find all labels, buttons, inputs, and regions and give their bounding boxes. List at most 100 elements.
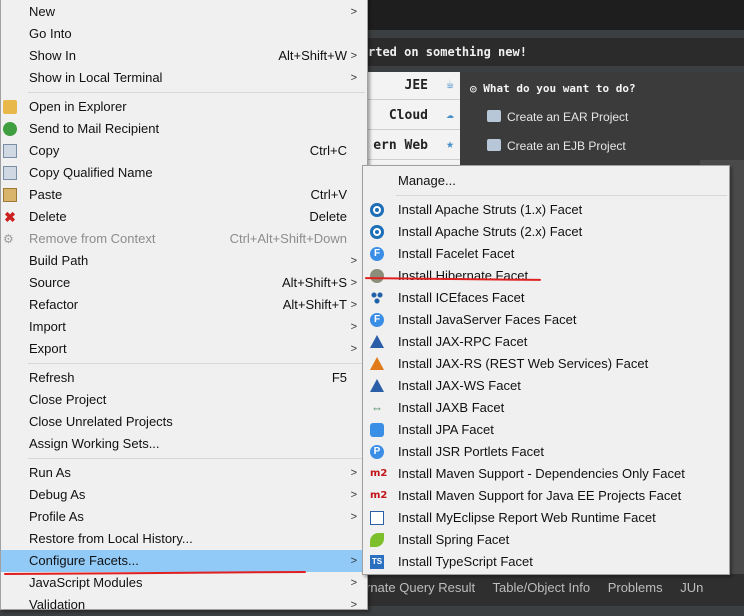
menu-item-remove-context[interactable]: ⚙ Remove from Context Ctrl+Alt+Shift+Down: [1, 228, 367, 250]
coffee-icon: ☕: [446, 77, 454, 92]
menu-item-open-explorer[interactable]: Open in Explorer: [1, 96, 367, 118]
mail-icon: [3, 122, 17, 136]
submenu-item-jax-ws[interactable]: Install JAX-WS Facet: [363, 375, 729, 397]
chevron-right-icon: >: [350, 72, 357, 84]
submenu-item-jsr-portlets[interactable]: P Install JSR Portlets Facet: [363, 441, 729, 463]
menu-item-show-local-terminal[interactable]: Show in Local Terminal >: [1, 67, 367, 89]
chevron-right-icon: >: [350, 6, 357, 18]
typescript-icon: TS: [370, 555, 384, 569]
submenu-item-maven-javaee[interactable]: m2 Install Maven Support for Java EE Proj…: [363, 485, 729, 507]
menu-item-close-project[interactable]: Close Project: [1, 389, 367, 411]
menu-item-new[interactable]: New >: [1, 1, 367, 23]
jax-rs-icon: [370, 357, 384, 370]
context-menu: New > Go Into Show In Alt+Shift+W > Show in…: [0, 0, 368, 612]
menu-item-build-path[interactable]: Build Path >: [1, 250, 367, 272]
chevron-right-icon: >: [350, 299, 357, 311]
menu-item-restore-history[interactable]: Restore from Local History...: [1, 528, 367, 550]
chevron-right-icon: >: [350, 511, 357, 523]
paste-icon: [3, 188, 17, 202]
menu-item-debug-as[interactable]: Debug As >: [1, 484, 367, 506]
submenu-item-typescript[interactable]: TS Install TypeScript Facet: [363, 551, 729, 573]
submenu-item-maven-deps[interactable]: m2 Install Maven Support - Dependencies O…: [363, 463, 729, 485]
jax-rpc-icon: [370, 335, 384, 348]
copy-qualified-icon: [3, 166, 17, 180]
chevron-right-icon: >: [350, 277, 357, 289]
menu-item-show-in[interactable]: Show In Alt+Shift+W >: [1, 45, 367, 67]
maven-icon: m2: [370, 468, 388, 479]
bottom-tabs: rnate Query Result Table/Object Info Pro…: [366, 574, 744, 606]
submenu-item-struts1[interactable]: Install Apache Struts (1.x) Facet: [363, 199, 729, 221]
menu-item-refactor[interactable]: Refactor Alt+Shift+T >: [1, 294, 367, 316]
submenu-item-spring[interactable]: Install Spring Facet: [363, 529, 729, 551]
menu-item-paste[interactable]: Paste Ctrl+V: [1, 184, 367, 206]
maven-icon: m2: [370, 490, 388, 501]
chevron-right-icon: >: [350, 577, 357, 589]
menu-separator: [396, 195, 727, 196]
submenu-item-facelet[interactable]: F Install Facelet Facet: [363, 243, 729, 265]
welcome-banner: rted on something new!: [366, 38, 744, 66]
menu-item-configure-facets[interactable]: Configure Facets... >: [1, 550, 367, 572]
chevron-right-icon: >: [350, 489, 357, 501]
remove-context-icon: ⚙: [3, 232, 14, 246]
configure-facets-submenu: Manage... Install Apache Struts (1.x) Fa…: [362, 165, 730, 575]
submenu-item-jaxb[interactable]: ⇔ Install JAXB Facet: [363, 397, 729, 419]
menu-item-validation[interactable]: Validation >: [1, 594, 367, 616]
delete-icon: ✖: [4, 209, 16, 225]
menu-separator: [28, 92, 365, 93]
chevron-right-icon: >: [350, 50, 357, 62]
menu-item-send-mail[interactable]: Send to Mail Recipient: [1, 118, 367, 140]
submenu-item-manage[interactable]: Manage...: [363, 170, 729, 192]
submenu-item-hibernate[interactable]: Install Hibernate Facet: [363, 265, 729, 287]
menu-item-export[interactable]: Export >: [1, 338, 367, 360]
menu-item-run-as[interactable]: Run As >: [1, 462, 367, 484]
chevron-right-icon: >: [350, 321, 357, 333]
jaxb-icon: ⇔: [371, 401, 383, 415]
perspective-list: JEE ☕ Cloud ☁ ern Web ★: [366, 72, 460, 172]
menu-item-source[interactable]: Source Alt+Shift+S >: [1, 272, 367, 294]
perspective-cloud[interactable]: Cloud ☁: [366, 102, 460, 130]
facelet-icon: F: [370, 247, 384, 261]
submenu-item-jpa[interactable]: Install JPA Facet: [363, 419, 729, 441]
menu-item-go-into[interactable]: Go Into: [1, 23, 367, 45]
submenu-item-icefaces[interactable]: Install ICEfaces Facet: [363, 287, 729, 309]
tab-problems[interactable]: Problems: [608, 580, 663, 595]
chevron-right-icon: >: [350, 467, 357, 479]
hibernate-icon: [370, 269, 384, 283]
menu-item-assign-working-sets[interactable]: Assign Working Sets...: [1, 433, 367, 455]
submenu-item-jax-rpc[interactable]: Install JAX-RPC Facet: [363, 331, 729, 353]
submenu-item-struts2[interactable]: Install Apache Struts (2.x) Facet: [363, 221, 729, 243]
menu-item-refresh[interactable]: Refresh F5: [1, 367, 367, 389]
menu-item-delete[interactable]: ✖ Delete Delete: [1, 206, 367, 228]
tab-junit[interactable]: JUn: [680, 580, 703, 595]
spring-leaf-icon: [370, 533, 384, 547]
create-ejb-link[interactable]: Create an EJB Project: [487, 139, 626, 153]
perspective-web[interactable]: ern Web ★: [366, 132, 460, 160]
tab-query-result[interactable]: rnate Query Result: [366, 580, 475, 595]
menu-separator: [28, 458, 365, 459]
menu-separator: [28, 363, 365, 364]
star-icon: ★: [446, 137, 454, 152]
submenu-item-jsf[interactable]: F Install JavaServer Faces Facet: [363, 309, 729, 331]
chevron-right-icon: >: [350, 255, 357, 267]
menu-item-copy-qualified[interactable]: Copy Qualified Name: [1, 162, 367, 184]
submenu-item-report-runtime[interactable]: Install MyEclipse Report Web Runtime Fac…: [363, 507, 729, 529]
submenu-item-jax-rs[interactable]: Install JAX-RS (REST Web Services) Facet: [363, 353, 729, 375]
create-ear-link[interactable]: Create an EAR Project: [487, 110, 628, 124]
menu-item-import[interactable]: Import >: [1, 316, 367, 338]
menu-item-javascript-modules[interactable]: JavaScript Modules >: [1, 572, 367, 594]
perspective-jee[interactable]: JEE ☕: [366, 72, 460, 100]
gear-icon: [370, 225, 384, 239]
menu-item-copy[interactable]: Copy Ctrl+C: [1, 140, 367, 162]
ear-project-icon: [487, 110, 501, 122]
icefaces-icon: [370, 291, 384, 305]
chevron-right-icon: >: [350, 343, 357, 355]
menu-item-profile-as[interactable]: Profile As >: [1, 506, 367, 528]
chevron-right-icon: >: [350, 555, 357, 567]
report-icon: [370, 511, 384, 525]
cloud-icon: ☁: [446, 107, 454, 122]
menu-item-close-unrelated[interactable]: Close Unrelated Projects: [1, 411, 367, 433]
tab-table-info[interactable]: Table/Object Info: [493, 580, 591, 595]
top-bar: [366, 0, 744, 30]
gear-icon: [370, 203, 384, 217]
welcome-question: ◎ What do you want to do?: [470, 82, 636, 95]
